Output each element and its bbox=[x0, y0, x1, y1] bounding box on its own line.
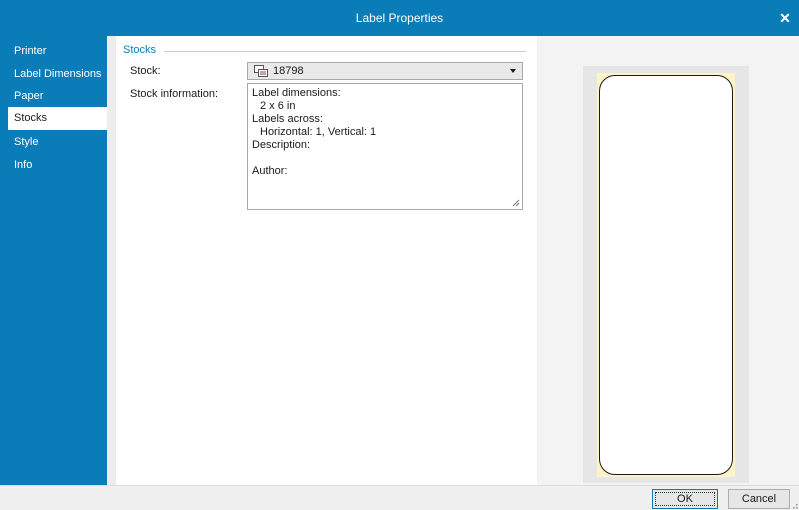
info-line-description: Description: bbox=[252, 139, 311, 151]
chevron-down-icon bbox=[510, 69, 516, 73]
stock-select-value: 18798 bbox=[273, 65, 304, 77]
sidebar-item-style[interactable]: Style bbox=[8, 131, 107, 154]
stock-select[interactable]: 18798 bbox=[247, 62, 523, 80]
sidebar: Printer Label Dimensions Paper Stocks St… bbox=[0, 36, 107, 485]
info-line-dimensions-value: 2 x 6 in bbox=[260, 100, 296, 112]
sidebar-item-printer[interactable]: Printer bbox=[8, 40, 107, 63]
section-title-stocks: Stocks bbox=[123, 44, 157, 56]
info-line-labels-across: Labels across: bbox=[252, 113, 323, 125]
section-divider bbox=[164, 51, 526, 52]
size-grip-icon[interactable] bbox=[792, 503, 798, 509]
stock-information-text[interactable]: Label dimensions: 2 x 6 in Labels across… bbox=[247, 83, 523, 210]
title-bar: Label Properties ✕ bbox=[0, 0, 799, 36]
label-stock-icon bbox=[254, 65, 268, 77]
info-line-blank bbox=[252, 152, 518, 165]
sidebar-item-stocks[interactable]: Stocks bbox=[8, 107, 107, 130]
close-icon[interactable]: ✕ bbox=[771, 0, 799, 36]
ok-button[interactable]: OK bbox=[652, 489, 718, 509]
label-preview-shape bbox=[599, 75, 733, 475]
stock-information-label: Stock information: bbox=[130, 88, 219, 100]
info-line-author: Author: bbox=[252, 165, 288, 177]
sidebar-item-paper[interactable]: Paper bbox=[8, 85, 107, 108]
info-line-label-dimensions: Label dimensions: bbox=[252, 87, 341, 99]
resize-grip-icon[interactable] bbox=[512, 199, 520, 207]
cancel-button[interactable]: Cancel bbox=[728, 489, 790, 509]
sidebar-item-info[interactable]: Info bbox=[8, 154, 107, 177]
info-line-labels-across-value: Horizontal: 1, Vertical: 1 bbox=[260, 126, 377, 138]
stock-field-label: Stock: bbox=[130, 65, 161, 77]
sidebar-item-label-dimensions[interactable]: Label Dimensions bbox=[8, 63, 107, 86]
window-title: Label Properties bbox=[355, 11, 444, 25]
